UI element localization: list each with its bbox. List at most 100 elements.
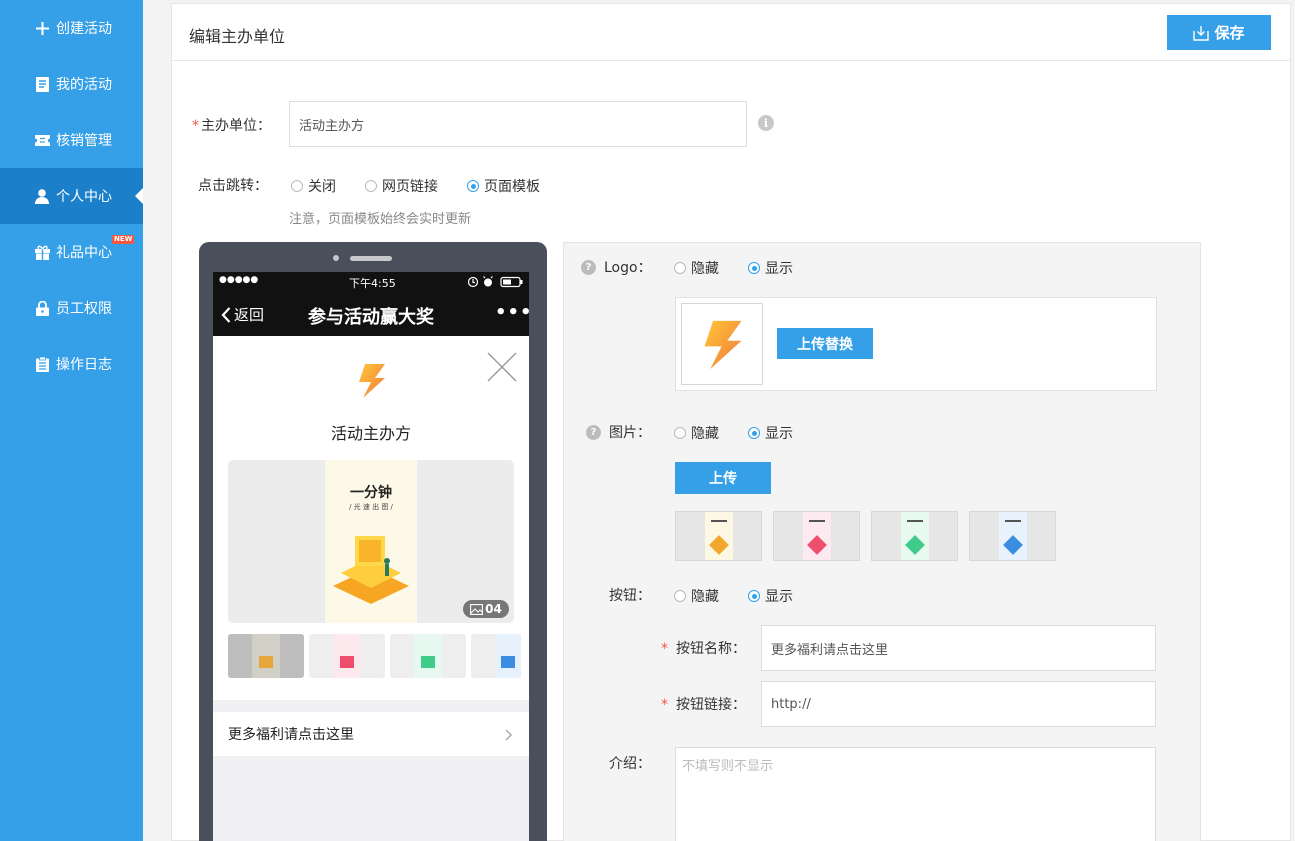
poster-image: 一分钟 / 光 速 出 图 /	[325, 460, 417, 623]
sidebar-item-staff-permissions[interactable]: 员工权限	[0, 280, 143, 336]
button-radio-show[interactable]: 显示	[748, 586, 793, 606]
intro-label: 介绍：	[609, 756, 651, 772]
image-radio-hide[interactable]: 隐藏	[674, 423, 719, 443]
image-radio-show[interactable]: 显示	[748, 423, 793, 443]
info-icon[interactable]: i	[758, 115, 774, 131]
required-mark: *	[661, 641, 668, 657]
help-icon[interactable]: ?	[586, 424, 601, 440]
main-panel: 编辑主办单位 保存 * 主办单位： 活动主办方 i 点击跳转： 关闭 网页链接 页…	[171, 3, 1292, 841]
radio-page-template[interactable]: 页面模板	[467, 176, 540, 196]
logo-icon	[359, 364, 385, 398]
logo-preview	[681, 303, 763, 385]
sidebar-item-label: 我的活动	[56, 77, 112, 93]
thumb-text-line	[907, 520, 923, 522]
phone-thumb[interactable]	[390, 634, 466, 678]
phone-link-row[interactable]: 更多福利请点击这里	[213, 712, 529, 756]
radio-close[interactable]: 关闭	[291, 176, 336, 196]
image-thumb[interactable]	[871, 511, 958, 561]
image-count-badge: 04	[463, 600, 509, 618]
radio-web-link[interactable]: 网页链接	[365, 176, 438, 196]
radio-label: 显示	[765, 426, 793, 442]
sidebar-item-verification[interactable]: 核销管理	[0, 112, 143, 168]
button-radio-hide[interactable]: 隐藏	[674, 586, 719, 606]
upload-replace-button[interactable]: 上传替换	[777, 328, 873, 359]
sidebar-item-personal-center[interactable]: 个人中心	[0, 168, 143, 224]
radio-label: 网页链接	[382, 179, 438, 195]
button-link-input[interactable]: http://	[761, 681, 1156, 727]
sidebar-item-label: 个人中心	[56, 189, 112, 205]
chevron-right-icon	[505, 729, 513, 741]
button-link-label: * 按钮链接：	[661, 694, 746, 714]
image-thumb[interactable]	[773, 511, 860, 561]
ticket-icon	[34, 132, 50, 148]
radio-dot	[674, 427, 686, 439]
sidebar-item-label: 员工权限	[56, 301, 112, 317]
phone-thumb[interactable]	[309, 634, 385, 678]
image-label-text: 图片：	[609, 425, 651, 441]
organizer-label-text: 主办单位：	[201, 118, 271, 134]
sidebar-item-label: 核销管理	[56, 133, 112, 149]
help-icon[interactable]: ?	[581, 259, 596, 275]
phone-nav-bar: 返回 参与活动赢大奖 •••	[213, 292, 529, 336]
phone-speaker	[350, 256, 392, 261]
organizer-input[interactable]: 活动主办方	[289, 101, 747, 147]
phone-thumb[interactable]	[228, 634, 304, 678]
save-button[interactable]: 保存	[1167, 15, 1271, 50]
radio-label: 页面模板	[484, 179, 540, 195]
radio-label: 显示	[765, 589, 793, 605]
organizer-label: * 主办单位：	[192, 115, 271, 135]
user-icon	[34, 188, 50, 204]
intro-textarea[interactable]: 不填写则不显示	[675, 747, 1156, 841]
button-link-label-text: 按钮链接：	[676, 697, 746, 713]
new-badge: NEW	[112, 235, 135, 244]
organizer-name: 活动主办方	[330, 424, 411, 443]
logo-radio-hide[interactable]: 隐藏	[674, 258, 719, 278]
logo-radio-show[interactable]: 显示	[748, 258, 793, 278]
button-name-input[interactable]: 更多福利请点击这里	[761, 625, 1156, 671]
image-thumb[interactable]	[969, 511, 1056, 561]
plus-icon	[34, 20, 50, 36]
thumb-shape	[501, 656, 515, 668]
clipboard-icon	[34, 356, 50, 372]
gift-icon	[34, 244, 50, 260]
thumb-shape	[421, 656, 435, 668]
thumb-shape	[340, 656, 354, 668]
thumb-shape	[259, 656, 273, 668]
signal-indicator: ●●●●●	[219, 275, 259, 285]
sidebar-item-my-activities[interactable]: 我的活动	[0, 56, 143, 112]
poster-illustration	[333, 536, 409, 604]
upload-button[interactable]: 上传	[675, 462, 771, 494]
sidebar-item-label: 创建活动	[56, 21, 112, 37]
button-name-label: * 按钮名称：	[661, 638, 746, 658]
thumb-text-line	[711, 520, 727, 522]
image-gallery[interactable]: 一分钟 / 光 速 出 图 / 04	[228, 460, 514, 623]
radio-label: 隐藏	[691, 426, 719, 442]
download-icon	[1193, 25, 1210, 41]
close-icon[interactable]	[487, 352, 517, 382]
radio-dot	[674, 590, 686, 602]
more-icon[interactable]: •••	[495, 302, 529, 323]
button-name-label-text: 按钮名称：	[676, 641, 746, 657]
phone-camera	[333, 255, 339, 261]
logo-label: ? Logo：	[581, 257, 652, 277]
phone-link-text: 更多福利请点击这里	[228, 727, 354, 743]
radio-dot	[748, 590, 760, 602]
logo-label-text: Logo：	[604, 260, 652, 276]
phone-thumb[interactable]	[471, 634, 521, 678]
battery-icon	[468, 276, 523, 288]
sidebar-item-label: 礼品中心	[56, 245, 112, 261]
document-icon	[34, 76, 50, 92]
image-thumb[interactable]	[675, 511, 762, 561]
radio-dot	[467, 180, 479, 192]
phone-page-title: 参与活动赢大奖	[308, 307, 434, 328]
radio-label: 关闭	[308, 179, 336, 195]
status-time: 下午4:55	[349, 277, 396, 290]
radio-label: 显示	[765, 261, 793, 277]
sidebar-item-gift-center[interactable]: 礼品中心 NEW	[0, 224, 143, 280]
sidebar-item-label: 操作日志	[56, 357, 112, 373]
panel-header: 编辑主办单位 保存	[172, 4, 1292, 61]
required-mark: *	[661, 697, 668, 713]
sidebar-item-operation-log[interactable]: 操作日志	[0, 336, 143, 392]
sidebar-item-create-activity[interactable]: 创建活动	[0, 0, 143, 56]
thumb-text-line	[809, 520, 825, 522]
